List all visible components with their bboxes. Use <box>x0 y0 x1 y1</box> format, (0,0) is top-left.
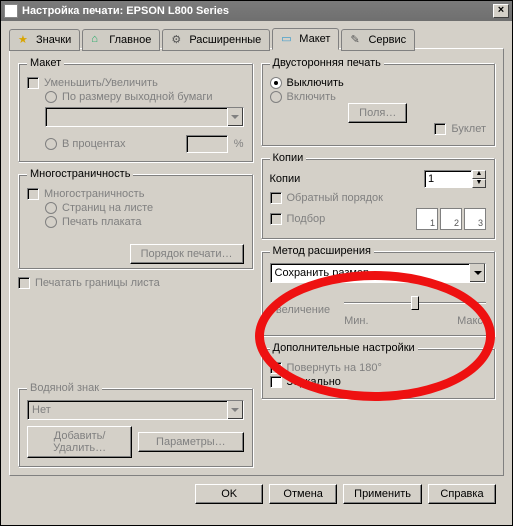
duplex-on-radio: Включить <box>270 91 487 103</box>
tool-icon <box>350 33 364 47</box>
poster-radio: Печать плаката <box>45 216 244 228</box>
rotate-checkbox[interactable]: Повернуть на 180° <box>270 362 487 374</box>
group-layout-legend: Макет <box>27 57 64 69</box>
tab-icons[interactable]: Значки <box>9 29 80 51</box>
fit-radio: По размеру выходной бумаги <box>45 91 244 103</box>
watermark-params-button: Параметры… <box>138 432 243 452</box>
tabpage-layout: Макет Уменьшить/Увеличить По размеру вых… <box>9 48 504 476</box>
expansion-method-select[interactable]: Сохранить размер <box>270 263 487 283</box>
titlebar[interactable]: Настройка печати: EPSON L800 Series × <box>1 1 512 21</box>
collate-preview-icon: 1 2 3 <box>416 208 486 230</box>
spin-down[interactable]: ▼ <box>472 179 486 188</box>
copies-label: Копии <box>270 173 301 185</box>
gear-icon <box>171 33 185 47</box>
print-borders-checkbox[interactable]: Печатать границы листа <box>18 277 253 289</box>
window-title: Настройка печати: EPSON L800 Series <box>22 5 493 17</box>
tab-advanced[interactable]: Расширенные <box>162 29 270 51</box>
zoom-slider <box>344 293 486 313</box>
group-copies: Копии Копии ▲▼ Обратный порядок Подбор <box>261 152 496 239</box>
group-layout: Макет Уменьшить/Увеличить По размеру вых… <box>18 57 253 162</box>
cancel-button[interactable]: Отмена <box>269 484 337 504</box>
group-multipage-legend: Многостраничность <box>27 168 133 180</box>
group-duplex: Двусторонняя печать Выключить Включить П… <box>261 57 496 146</box>
reverse-order-checkbox[interactable]: Обратный порядок <box>270 192 487 204</box>
percent-radio: В процентах <box>45 138 126 150</box>
scale-checkbox[interactable]: Уменьшить/Увеличить <box>27 77 244 89</box>
margins-button: Поля… <box>348 103 407 123</box>
tab-main[interactable]: Главное <box>82 29 160 51</box>
star-icon <box>18 33 32 47</box>
print-order-button: Порядок печати… <box>130 244 244 264</box>
watermark-select: Нет <box>27 400 244 420</box>
collate-checkbox[interactable]: Подбор <box>270 213 326 225</box>
ok-button[interactable]: OK <box>195 484 263 504</box>
help-button[interactable]: Справка <box>428 484 496 504</box>
booklet-checkbox: Буклет <box>270 123 487 135</box>
print-settings-window: Настройка печати: EPSON L800 Series × Зн… <box>0 0 513 526</box>
duplex-off-radio[interactable]: Выключить <box>270 77 487 89</box>
group-extras: Дополнительные настройки Повернуть на 18… <box>261 342 496 399</box>
tabstrip: Значки Главное Расширенные Макет Сервис <box>9 27 504 49</box>
group-expansion: Метод расширения Сохранить размер Увелич… <box>261 245 496 336</box>
group-watermark: Водяной знак Нет Добавить/Удалить… Парам… <box>18 382 253 467</box>
group-duplex-legend: Двусторонняя печать <box>270 57 384 69</box>
zoom-label: Увеличение <box>270 304 331 316</box>
pages-per-sheet-radio: Страниц на листе <box>45 202 244 214</box>
apply-button[interactable]: Применить <box>343 484 422 504</box>
group-multipage: Многостраничность Многостраничность Стра… <box>18 168 253 269</box>
tab-layout[interactable]: Макет <box>272 28 339 50</box>
mirror-checkbox[interactable]: Зеркально <box>270 376 487 388</box>
percent-input <box>186 135 228 153</box>
printer-icon <box>4 4 18 18</box>
home-icon <box>91 33 105 47</box>
spin-up[interactable]: ▲ <box>472 170 486 179</box>
group-expansion-legend: Метод расширения <box>270 245 374 257</box>
dialog-buttons: OK Отмена Применить Справка <box>9 476 504 512</box>
group-copies-legend: Копии <box>270 152 307 164</box>
page-icon <box>281 32 295 46</box>
multipage-checkbox[interactable]: Многостраничность <box>27 188 244 200</box>
output-paper-select <box>45 107 244 127</box>
close-button[interactable]: × <box>493 4 509 18</box>
copies-spinner[interactable]: ▲▼ <box>424 170 486 188</box>
group-watermark-legend: Водяной знак <box>27 382 102 394</box>
watermark-add-button: Добавить/Удалить… <box>27 426 132 458</box>
group-extras-legend: Дополнительные настройки <box>270 342 418 354</box>
tab-service[interactable]: Сервис <box>341 29 415 51</box>
copies-input[interactable] <box>424 170 472 188</box>
